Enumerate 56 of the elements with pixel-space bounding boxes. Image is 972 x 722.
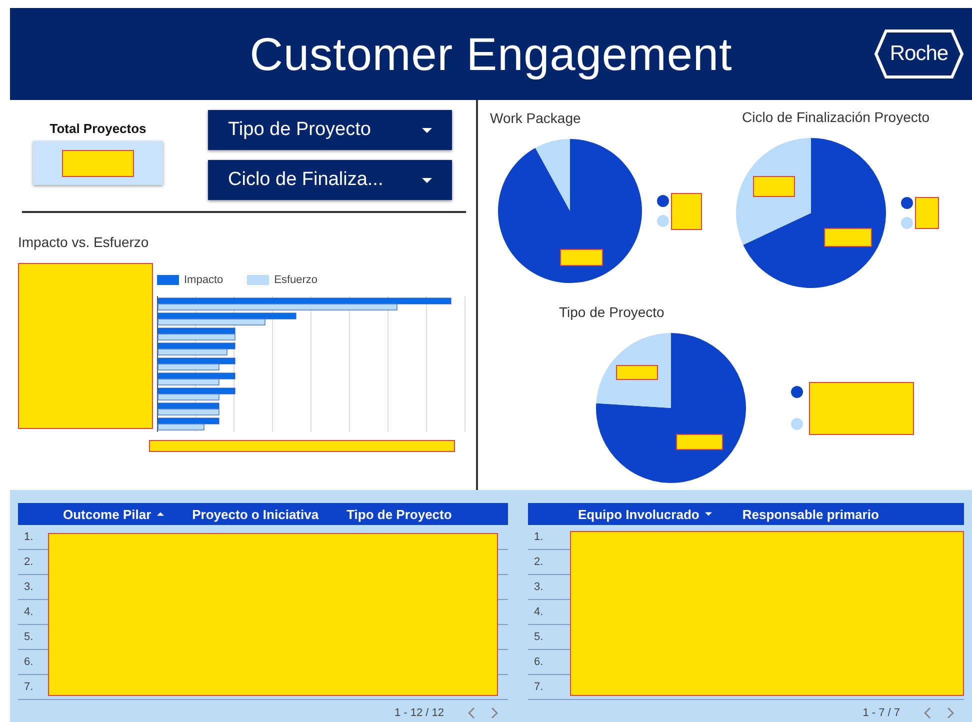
redaction-block: [676, 434, 723, 450]
row-number: 7.: [534, 681, 544, 693]
redaction-block: [671, 192, 702, 230]
row-number: 7.: [24, 681, 34, 693]
sort-ascending-icon: [157, 512, 164, 516]
sort-descending-icon: [705, 512, 712, 516]
impact-bar: [158, 402, 220, 410]
row-number: 6.: [534, 656, 544, 668]
caret-icon: [422, 178, 432, 182]
column-header[interactable]: Tipo de Proyecto: [346, 506, 452, 522]
legend-label: Esfuerzo: [274, 274, 318, 286]
filter-dropdown[interactable]: Ciclo de Finaliza...: [208, 160, 452, 200]
next-page-icon[interactable]: [946, 707, 954, 719]
effort-bar: [158, 424, 204, 430]
row-number: 4.: [534, 606, 544, 618]
chart-title: Tipo de Proyecto: [559, 304, 666, 320]
effort-bar: [158, 364, 220, 370]
row-number: 3.: [24, 581, 34, 593]
column-header[interactable]: Outcome Pilar: [63, 506, 164, 522]
column-header[interactable]: Proyecto o Iniciativa: [192, 506, 319, 522]
redaction-block: [560, 249, 603, 266]
pagination-text: 1 - 7 / 7: [862, 707, 900, 719]
effort-bar: [158, 394, 220, 400]
total-label: Total Proyectos: [50, 121, 146, 136]
redaction-block: [753, 176, 795, 197]
row-number: 2.: [24, 556, 34, 568]
row-number: 1.: [24, 531, 34, 543]
legend-label: Impacto: [184, 274, 224, 286]
effort-bar: [158, 408, 220, 416]
redaction-block: [616, 365, 658, 380]
row-number: 2.: [534, 556, 544, 568]
row-number: 6.: [24, 656, 34, 668]
caret-icon: [422, 128, 432, 132]
filter-dropdown[interactable]: Tipo de Proyecto: [208, 110, 452, 150]
impact-bar: [158, 418, 220, 424]
row-number: 3.: [534, 581, 544, 593]
dashboard-title: Customer Engagement: [250, 27, 732, 81]
redaction-block: [915, 197, 939, 229]
redaction-block: [824, 228, 872, 247]
previous-page-icon[interactable]: [468, 707, 476, 719]
previous-page-icon[interactable]: [924, 707, 932, 719]
row-number: 5.: [534, 631, 544, 643]
row-number: 5.: [24, 631, 34, 643]
column-header[interactable]: Equipo Involucrado: [578, 506, 712, 522]
redaction-block: [62, 150, 134, 176]
row-number: 1.: [534, 531, 544, 543]
roche-logo: Roche: [874, 29, 964, 79]
effort-bar: [158, 378, 220, 386]
effort-bar: [158, 348, 228, 356]
pagination-text: 1 - 12 / 12: [394, 707, 444, 719]
chart-title: Ciclo de Finalización Proyecto: [742, 109, 931, 125]
chart-title: Work Package: [490, 110, 582, 126]
column-header[interactable]: Responsable primario: [742, 506, 879, 522]
chart-title: Impacto vs. Esfuerzo: [18, 234, 150, 250]
row-number: 4.: [24, 606, 34, 618]
next-page-icon[interactable]: [490, 707, 498, 719]
